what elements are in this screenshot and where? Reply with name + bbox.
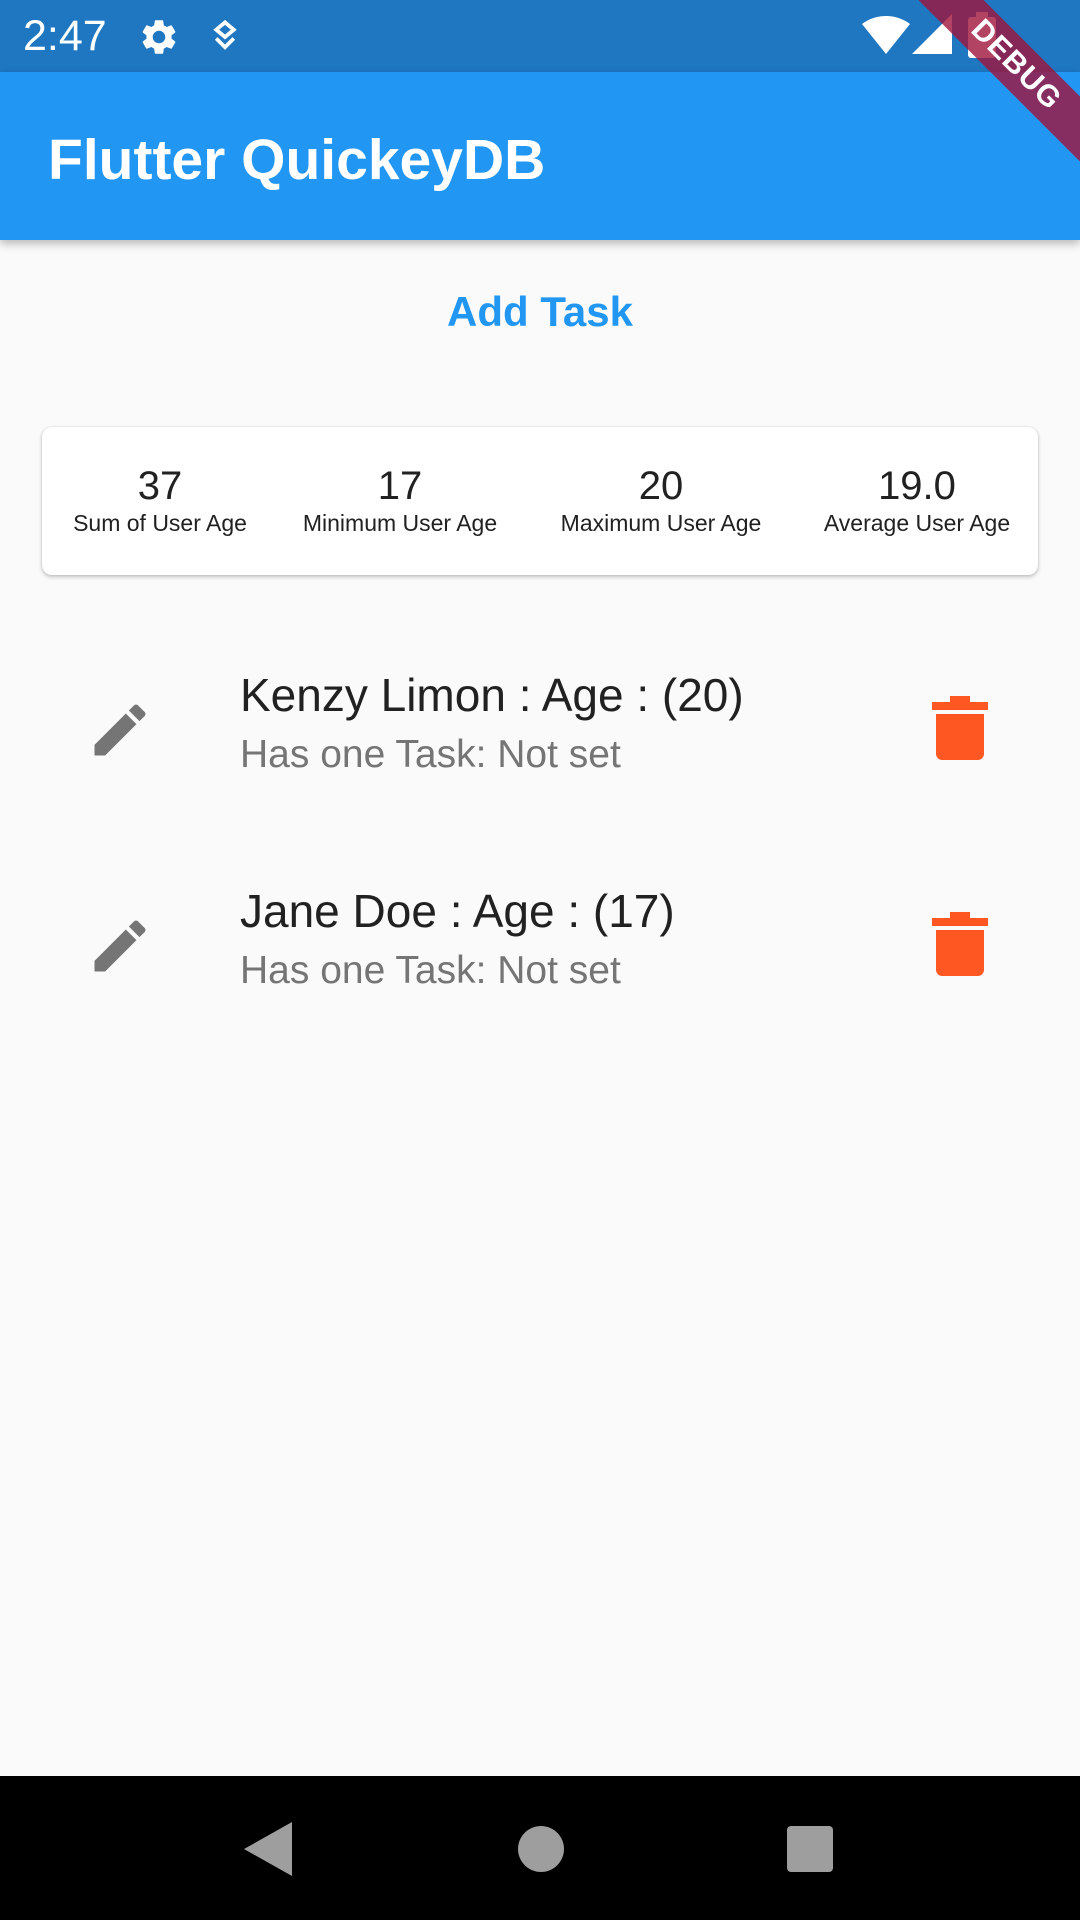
user-subtitle: Has one Task: Not set: [240, 733, 621, 776]
stat-value: 19.0: [878, 464, 956, 508]
stat-value: 37: [137, 464, 183, 508]
trash-icon[interactable]: [932, 912, 988, 976]
stat-value: 17: [377, 464, 423, 508]
stat-label: Sum of User Age: [73, 510, 247, 536]
status-time: 2:47: [23, 12, 107, 60]
stat-average: 19.0 Average User Age: [812, 463, 1022, 537]
stats-card: 37 Sum of User Age 17 Minimum User Age 2…: [42, 427, 1038, 575]
recent-apps-icon[interactable]: [787, 1826, 833, 1872]
back-icon[interactable]: [244, 1822, 292, 1876]
battery-icon: [968, 12, 996, 58]
stat-sum: 37 Sum of User Age: [60, 463, 260, 537]
gear-icon: [142, 20, 176, 54]
wifi-icon: [862, 16, 910, 54]
user-list-item[interactable]: Jane Doe : Age : (17) Has one Task: Not …: [0, 862, 1080, 1022]
stat-maximum: 20 Maximum User Age: [552, 463, 770, 537]
stat-label: Average User Age: [823, 510, 1011, 536]
stat-label: Minimum User Age: [302, 510, 498, 536]
signal-icon: [912, 14, 952, 54]
trash-icon[interactable]: [932, 696, 988, 760]
app-bar: Flutter QuickeyDB: [0, 72, 1080, 240]
navigation-bar: [0, 1776, 1080, 1920]
user-title: Kenzy Limon : Age : (20): [240, 669, 744, 721]
app-title: Flutter QuickeyDB: [48, 128, 546, 192]
edit-icon[interactable]: [86, 912, 154, 980]
add-task-button[interactable]: Add Task: [440, 280, 640, 344]
user-subtitle: Has one Task: Not set: [240, 949, 621, 992]
user-title: Jane Doe : Age : (17): [240, 885, 675, 937]
location-icon: [213, 19, 237, 50]
user-list-item[interactable]: Kenzy Limon : Age : (20) Has one Task: N…: [0, 646, 1080, 806]
status-bar: 2:47: [0, 0, 1080, 72]
stat-label: Maximum User Age: [560, 510, 762, 536]
home-icon[interactable]: [518, 1826, 564, 1872]
stat-minimum: 17 Minimum User Age: [292, 463, 508, 537]
stat-value: 20: [638, 464, 684, 508]
edit-icon[interactable]: [86, 696, 154, 764]
